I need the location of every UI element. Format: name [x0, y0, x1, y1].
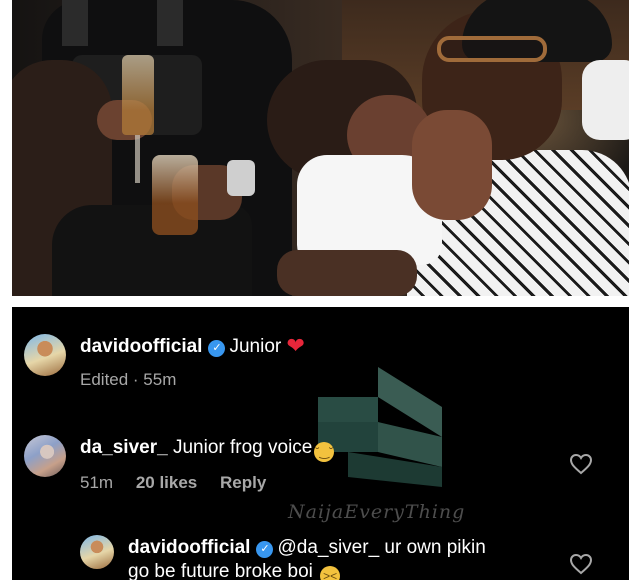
reply-button[interactable]: Reply: [220, 473, 266, 492]
verified-badge-icon: ✓: [208, 340, 226, 357]
reply-line-2: go be future broke boi ><: [128, 561, 341, 580]
reply-line-1: davidoofficial ✓ @da_siver_ ur own pikin: [128, 537, 486, 559]
avatar[interactable]: [24, 334, 66, 376]
comment-text: Junior: [229, 336, 282, 357]
photo-glasses: [437, 36, 547, 62]
photo-baby-arm: [412, 110, 492, 220]
watermark-logo: [318, 367, 442, 487]
comment-likes[interactable]: 20 likes: [136, 473, 197, 492]
tired-face-emoji-icon: ><: [320, 566, 341, 580]
photo-background-person: [582, 60, 629, 140]
username[interactable]: davidoofficial: [128, 537, 250, 558]
username[interactable]: da_siver_: [80, 437, 168, 458]
comment-line: davidoofficial ✓ Junior ❤: [80, 335, 305, 358]
like-heart-icon[interactable]: [569, 453, 593, 475]
photo-glass-stem: [135, 135, 140, 183]
photo-watch: [227, 160, 255, 196]
like-heart-icon[interactable]: [569, 553, 593, 575]
post-photo: [12, 0, 629, 296]
username[interactable]: davidoofficial: [80, 336, 202, 357]
comment-meta-edited: Edited · 55m: [80, 370, 177, 389]
comment-text: @da_siver_ ur own pikin: [277, 537, 486, 558]
comment-text: go be future broke boi: [128, 561, 313, 580]
photo-strap: [157, 0, 183, 46]
photo-glass: [122, 55, 154, 135]
comment-line: da_siver_ Junior frog voice ˘‿˘: [80, 437, 335, 462]
smirk-emoji-icon: ˘‿˘: [314, 442, 335, 462]
verified-badge-icon: ✓: [256, 541, 274, 558]
comment-text: Junior frog voice: [172, 437, 313, 458]
red-heart-emoji-icon: ❤: [286, 333, 305, 358]
avatar[interactable]: [80, 535, 114, 569]
photo-glass: [152, 155, 198, 235]
photo-baby-lower: [277, 250, 417, 296]
comments-panel: NaijaEveryThing davidoofficial ✓ Junior ❤ …: [12, 307, 629, 580]
watermark-text: NaijaEveryThing: [288, 501, 466, 523]
photo-strap: [62, 0, 88, 46]
comment-meta-row: 51m 20 likes Reply: [80, 473, 266, 493]
avatar[interactable]: [24, 435, 66, 477]
comment-time: 51m: [80, 473, 114, 492]
